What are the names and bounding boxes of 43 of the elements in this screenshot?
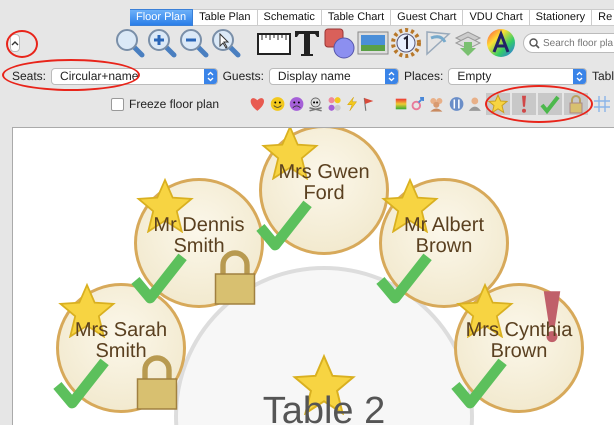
lock-toggle[interactable] (564, 93, 588, 115)
search-field[interactable]: Search floor pla (523, 33, 614, 53)
exclamation-icon (520, 95, 528, 113)
stepper-icon (576, 70, 583, 82)
text-tool-icon[interactable] (293, 28, 321, 58)
caret-icon (11, 40, 19, 46)
option-label: Seats: (12, 69, 46, 83)
exclamation-toggle[interactable] (512, 93, 536, 115)
grid-icon (592, 94, 612, 114)
check-icon (540, 94, 560, 114)
smiley-icon[interactable] (270, 94, 285, 114)
tab[interactable]: Stationery (530, 9, 592, 26)
zoom-in-icon[interactable] (147, 28, 177, 58)
checkbox[interactable] (111, 98, 124, 110)
star-toggle[interactable] (486, 93, 510, 115)
shapes-icon[interactable] (323, 27, 355, 59)
search-icon (529, 38, 540, 48)
zoom-select-icon[interactable] (211, 28, 241, 58)
dropdown[interactable]: Display name (268, 68, 399, 84)
tab[interactable]: Re (592, 9, 614, 26)
option-label: Tabl (592, 69, 614, 83)
table-name: Table 2 (262, 390, 386, 425)
dropdown[interactable]: Circular+name (51, 68, 218, 84)
magnifier-icon[interactable] (115, 28, 145, 58)
option-label: Guests: (222, 69, 264, 83)
dropdown[interactable]: Empty (448, 68, 587, 84)
color-wheel-icon[interactable] (485, 27, 517, 59)
star-icon (488, 94, 508, 114)
collapse-button[interactable] (10, 34, 20, 52)
sad-face-icon[interactable] (288, 94, 304, 114)
zoom-out-icon[interactable] (179, 28, 209, 58)
stepper-icon (388, 70, 395, 82)
tab[interactable]: Guest Chart (391, 9, 464, 26)
option-label: Places: (404, 69, 444, 83)
tab[interactable]: VDU Chart (463, 9, 530, 26)
checkbox-label: Freeze floor plan (129, 97, 220, 111)
stepper-icon (206, 70, 214, 82)
tab[interactable]: Table Chart (322, 9, 392, 26)
lightning-icon[interactable] (346, 94, 358, 114)
tab[interactable]: Schematic (258, 9, 322, 26)
tab[interactable]: Table Plan (193, 9, 258, 26)
numbered-gear-icon[interactable] (391, 28, 421, 58)
check-toggle[interactable] (538, 93, 562, 115)
